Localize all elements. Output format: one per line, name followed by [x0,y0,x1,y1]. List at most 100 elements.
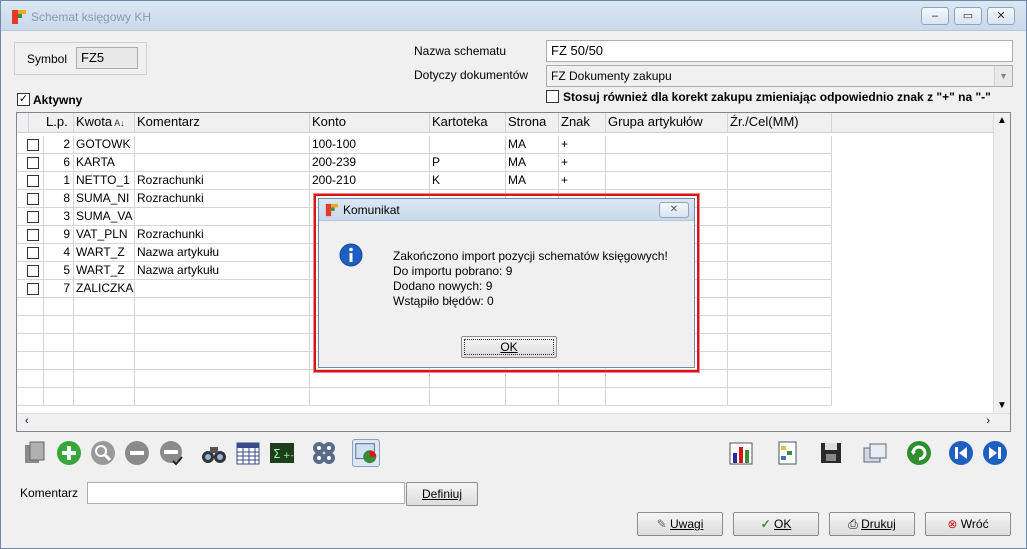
aktywny-checkbox[interactable]: ✓ [17,93,30,106]
row-selector[interactable] [17,136,44,154]
table-cell[interactable]: 100-100 [310,136,430,154]
row-selector[interactable] [17,226,44,244]
table-cell[interactable]: 4 [44,244,74,262]
table-cell[interactable] [728,190,832,208]
table-cell[interactable] [506,388,559,406]
row-selector[interactable] [17,154,44,172]
drukuj-button[interactable]: ⎙ Drukuj [829,512,915,536]
table-row[interactable]: 2 GOTOWK 100-100 MA + [17,136,992,154]
table-cell[interactable] [74,352,135,370]
table-cell[interactable] [74,334,135,352]
table-cell[interactable] [135,316,310,334]
windows-icon[interactable] [861,439,889,467]
table-cell[interactable]: 8 [44,190,74,208]
sum-icon[interactable]: Σ +- [268,439,296,467]
table-cell[interactable] [135,370,310,388]
scroll-right-icon[interactable]: › [986,415,990,427]
row-selector[interactable] [17,208,44,226]
scroll-left-icon[interactable]: ‹ [25,415,29,427]
table-cell[interactable] [606,370,728,388]
table-cell[interactable] [606,388,728,406]
table-row[interactable] [17,388,992,406]
table-cell[interactable]: 200-239 [310,154,430,172]
edit-icon[interactable] [89,439,117,467]
row-selector[interactable] [17,190,44,208]
row-selector[interactable] [17,352,44,370]
gears-icon[interactable] [310,439,338,467]
calendar-grid-icon[interactable] [234,439,262,467]
table-cell[interactable] [74,388,135,406]
table-cell[interactable]: 2 [44,136,74,154]
table-cell[interactable]: Rozrachunki [135,190,310,208]
table-cell[interactable] [44,298,74,316]
table-cell[interactable] [728,154,832,172]
table-cell[interactable] [430,370,506,388]
table-cell[interactable] [728,226,832,244]
table-cell[interactable] [728,172,832,190]
table-cell[interactable] [135,352,310,370]
row-selector[interactable] [17,388,44,406]
definiuj-button[interactable]: Definiuj [406,482,478,506]
table-cell[interactable]: Nazwa artykułu [135,262,310,280]
table-cell[interactable] [74,316,135,334]
binoculars-icon[interactable] [200,439,228,467]
table-cell[interactable] [728,298,832,316]
table-cell[interactable] [728,352,832,370]
table-cell[interactable] [728,262,832,280]
horizontal-scrollbar[interactable]: ‹ › [17,413,1010,431]
table-cell[interactable] [135,208,310,226]
table-row[interactable]: 6 KARTA 200-239 P MA + [17,154,992,172]
header-znak[interactable]: Znak [559,113,606,133]
table-cell[interactable] [135,388,310,406]
header-lp[interactable]: L.p. [44,113,74,133]
previous-icon[interactable] [947,439,975,467]
row-selector[interactable] [17,172,44,190]
header-komentarz[interactable]: Komentarz [135,113,310,133]
dialog-close-button[interactable]: ✕ [659,202,689,218]
scroll-down-icon[interactable]: ▼ [997,400,1007,411]
wroc-button[interactable]: ⊗ Wróć [925,512,1011,536]
table-cell[interactable] [135,298,310,316]
table-cell[interactable] [728,208,832,226]
minimize-button[interactable]: – [921,7,949,25]
header-grupa[interactable]: Grupa artykułów [606,113,728,133]
table-cell[interactable]: MA [506,136,559,154]
header-strona[interactable]: Strona [506,113,559,133]
table-cell[interactable] [728,388,832,406]
table-cell[interactable]: + [559,172,606,190]
maximize-button[interactable]: ▭ [954,7,982,25]
ok-button[interactable]: ✓ OK [733,512,819,536]
table-cell[interactable] [728,244,832,262]
table-cell[interactable]: WART_Z [74,244,135,262]
stosuj-checkbox[interactable] [546,90,559,103]
table-cell[interactable] [728,280,832,298]
table-cell[interactable]: Nazwa artykułu [135,244,310,262]
table-cell[interactable] [135,280,310,298]
table-cell[interactable]: KARTA [74,154,135,172]
table-cell[interactable]: 6 [44,154,74,172]
table-cell[interactable]: MA [506,172,559,190]
table-cell[interactable] [606,154,728,172]
copy-icon[interactable] [21,439,49,467]
table-cell[interactable] [44,388,74,406]
table-cell[interactable] [606,172,728,190]
add-icon[interactable] [55,439,83,467]
table-cell[interactable] [728,334,832,352]
table-cell[interactable] [728,370,832,388]
komentarz-field[interactable] [87,482,405,504]
header-konto[interactable]: Konto [310,113,430,133]
next-icon[interactable] [981,439,1009,467]
remove-icon[interactable] [123,439,151,467]
table-cell[interactable]: K [430,172,506,190]
table-cell[interactable]: + [559,136,606,154]
table-cell[interactable]: 7 [44,280,74,298]
chevron-down-icon[interactable]: ▼ [994,66,1012,86]
bar-chart-icon[interactable] [727,439,755,467]
table-cell[interactable] [728,136,832,154]
table-cell[interactable]: WART_Z [74,262,135,280]
header-kartoteka[interactable]: Kartoteka [430,113,506,133]
table-cell[interactable] [74,298,135,316]
row-selector[interactable] [17,370,44,388]
vertical-scrollbar[interactable]: ▲ ▼ [993,113,1010,413]
table-cell[interactable] [728,316,832,334]
